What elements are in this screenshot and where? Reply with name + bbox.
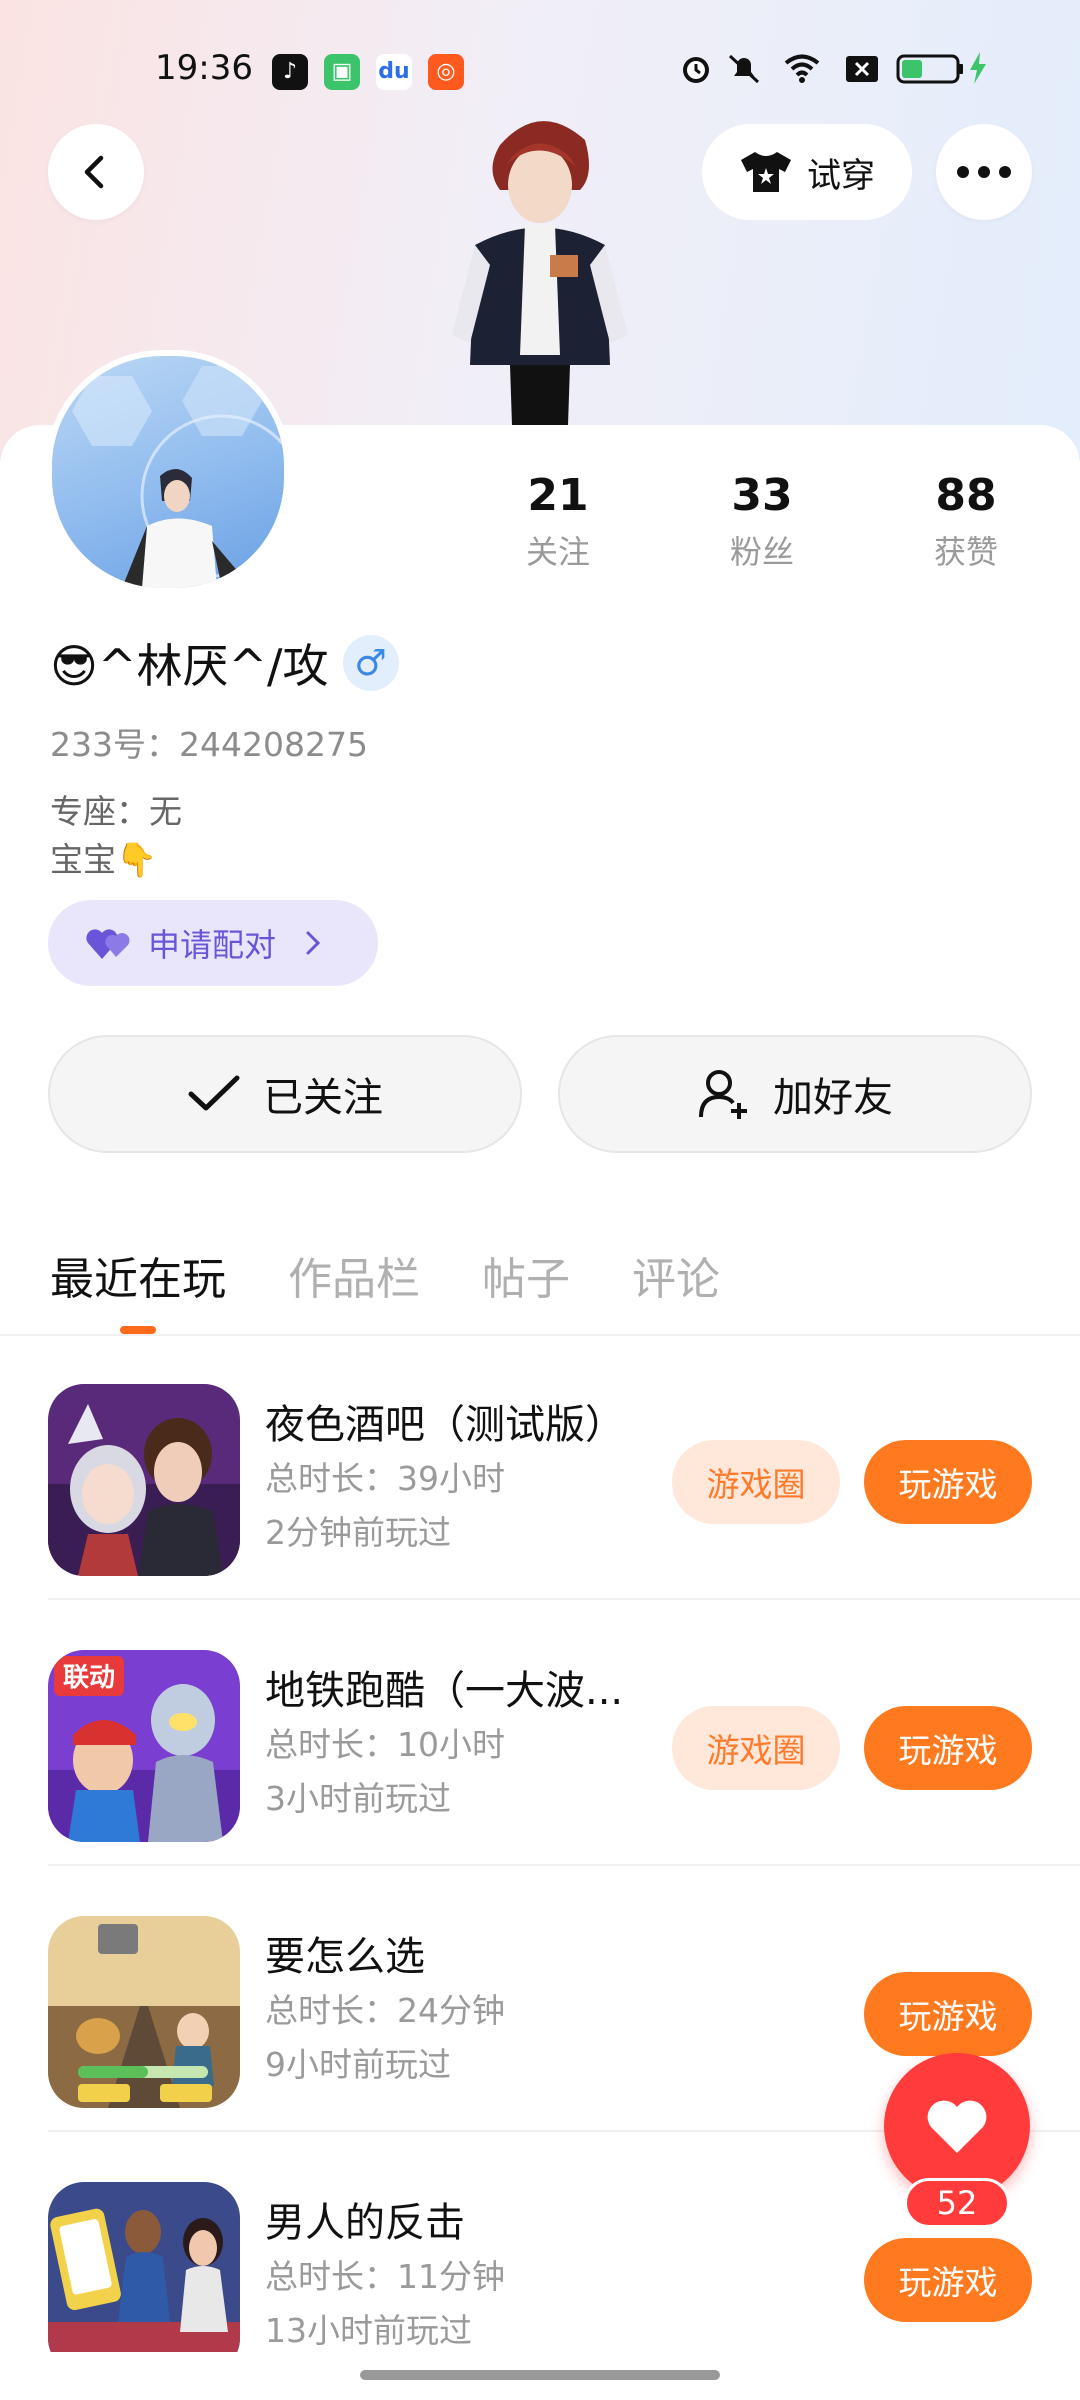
back-button[interactable] xyxy=(48,124,144,220)
game-last-played: 9小时前玩过 xyxy=(265,2045,451,2084)
tiktok-icon: ♪ xyxy=(272,54,308,90)
home-indicator[interactable] xyxy=(360,2370,720,2380)
wechat-mini-icon: ▣ xyxy=(324,54,360,90)
charging-icon xyxy=(970,52,986,84)
tab-bar: 最近在玩 作品栏 帖子 评论 xyxy=(50,1240,720,1310)
game-icon-subway-surfers[interactable]: 联动 xyxy=(48,1650,240,1842)
play-game-button[interactable]: 玩游戏 xyxy=(864,1440,1032,1524)
game-last-played: 3小时前玩过 xyxy=(265,1779,451,1818)
user-id: 233号：244208275 xyxy=(50,725,368,764)
baidu-icon: du xyxy=(376,54,412,90)
double-heart-icon xyxy=(86,929,130,959)
play-game-button[interactable]: 玩游戏 xyxy=(864,1706,1032,1790)
game-title: 男人的反击 xyxy=(265,2200,465,2246)
game-duration: 总时长：10小时 xyxy=(265,1725,505,1764)
username: 😎^林厌^/攻 xyxy=(50,639,329,693)
game-icon-night-bar[interactable] xyxy=(48,1384,240,1576)
tab-posts[interactable]: 帖子 xyxy=(482,1243,570,1307)
kuaishou-icon: ◎ xyxy=(428,54,464,90)
stat-likes[interactable]: 88 获赞 xyxy=(886,470,1046,573)
seat-info: 专座：无 xyxy=(50,792,182,831)
stat-likes-value: 88 xyxy=(935,470,997,521)
bio: 宝宝👇 xyxy=(50,840,158,879)
game-last-played: 2分钟前玩过 xyxy=(265,1513,451,1552)
avatar-3d-figure xyxy=(440,105,640,425)
try-on-button[interactable]: 试穿 xyxy=(702,124,912,220)
play-game-button[interactable]: 玩游戏 xyxy=(864,1972,1032,2056)
tab-recent-playing[interactable]: 最近在玩 xyxy=(50,1243,226,1307)
mute-icon xyxy=(728,54,760,84)
apply-pair-button[interactable]: 申请配对 xyxy=(48,900,378,986)
stat-following-value: 21 xyxy=(527,470,589,521)
more-button[interactable] xyxy=(936,124,1032,220)
checkmark-icon xyxy=(188,1075,240,1111)
game-row-subway-surfers[interactable]: 联动 地铁跑酷（一大波... 总时长：10小时 3小时前玩过 游戏圈 玩游戏 xyxy=(0,1600,1080,1866)
try-on-label: 试穿 xyxy=(807,155,875,196)
game-title: 夜色酒吧（测试版） xyxy=(265,1402,625,1448)
following-button[interactable]: 已关注 xyxy=(48,1035,522,1153)
status-bar: 19:36 ♪ ▣ du ◎ xyxy=(0,40,1080,104)
game-circle-button[interactable]: 游戏圈 xyxy=(672,1440,840,1524)
apply-pair-label: 申请配对 xyxy=(148,926,277,964)
game-icon-how-to-choose[interactable] xyxy=(48,1916,240,2108)
name-row: 😎^林厌^/攻 ♂ xyxy=(50,628,399,698)
add-friend-button[interactable]: 加好友 xyxy=(558,1035,1032,1153)
status-time: 19:36 xyxy=(155,48,253,88)
more-dots-icon xyxy=(957,166,1011,178)
stat-following-label: 关注 xyxy=(525,533,590,571)
game-duration: 总时长：39小时 xyxy=(265,1459,505,1498)
sim-off-icon xyxy=(846,56,878,82)
game-title: 地铁跑酷（一大波... xyxy=(265,1668,624,1714)
tab-comments[interactable]: 评论 xyxy=(632,1243,720,1307)
game-last-played: 13小时前玩过 xyxy=(265,2311,472,2350)
tshirt-icon xyxy=(741,152,791,192)
stat-fans[interactable]: 33 粉丝 xyxy=(682,470,842,573)
tab-active-indicator xyxy=(120,1326,156,1334)
following-label: 已关注 xyxy=(263,1075,383,1121)
heart-icon xyxy=(927,2100,987,2153)
chevron-left-icon xyxy=(84,155,104,189)
tab-works[interactable]: 作品栏 xyxy=(288,1243,420,1307)
stat-fans-label: 粉丝 xyxy=(729,533,794,571)
game-title: 要怎么选 xyxy=(265,1934,425,1980)
gender-male-icon: ♂ xyxy=(342,635,399,691)
game-icon-mans-counterattack[interactable] xyxy=(48,2182,240,2352)
like-count-badge: 52 xyxy=(904,2178,1010,2228)
game-duration: 总时长：11分钟 xyxy=(265,2257,505,2296)
alarm-icon xyxy=(683,57,709,83)
game-row-night-bar[interactable]: 夜色酒吧（测试版） 总时长：39小时 2分钟前玩过 游戏圈 玩游戏 xyxy=(0,1334,1080,1600)
add-friend-icon xyxy=(699,1070,747,1119)
wifi-icon xyxy=(784,54,820,83)
stat-fans-value: 33 xyxy=(731,470,793,521)
game-icon-badge-text: 联动 xyxy=(63,1663,115,1693)
avatar[interactable] xyxy=(46,350,290,594)
battery-icon xyxy=(896,54,963,84)
play-game-button[interactable]: 玩游戏 xyxy=(864,2238,1032,2322)
add-friend-label: 加好友 xyxy=(773,1075,893,1121)
game-duration: 总时长：24分钟 xyxy=(265,1991,505,2030)
game-circle-button[interactable]: 游戏圈 xyxy=(672,1706,840,1790)
stat-following[interactable]: 21 关注 xyxy=(478,470,638,573)
stat-likes-label: 获赞 xyxy=(933,533,998,571)
chevron-right-icon xyxy=(306,931,321,955)
